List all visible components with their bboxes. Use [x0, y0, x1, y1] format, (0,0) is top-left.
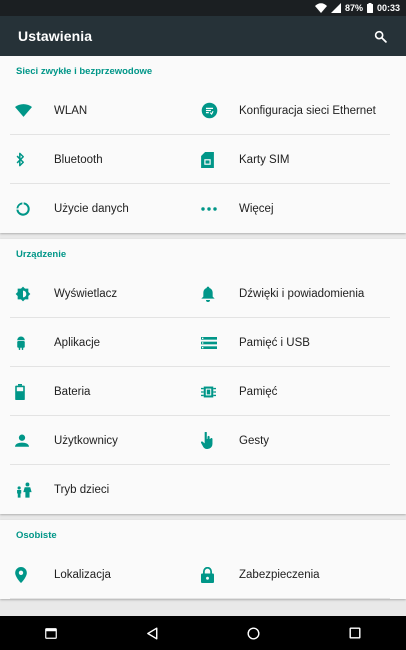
setting-sim-cards[interactable]: Karty SIM [195, 135, 406, 184]
setting-label: Pamięć [239, 385, 278, 398]
setting-gestures[interactable]: Gesty [195, 416, 406, 465]
wifi-icon [15, 104, 32, 117]
search-button[interactable] [370, 26, 390, 46]
setting-label: WLAN [54, 104, 88, 117]
search-icon [374, 30, 387, 43]
android-icon [17, 336, 25, 350]
section-device: Urządzenie Wyświetlacz Dźwięki i powiado… [0, 239, 406, 514]
navigation-bar [0, 616, 406, 650]
home-button[interactable] [234, 616, 274, 650]
app-bar: Ustawienia [0, 16, 406, 56]
setting-battery[interactable]: Bateria [0, 367, 195, 416]
section-personal: Osobiste Lokalizacja Zabezpieczenia [0, 520, 406, 599]
status-bar: 87% 00:33 [0, 0, 406, 16]
battery-percent: 87% [344, 3, 363, 13]
setting-label: Konfiguracja sieci Ethernet [239, 104, 376, 117]
back-button[interactable] [132, 616, 172, 650]
settings-list: Sieci zwykłe i bezprzewodowe WLAN Konfig… [0, 56, 406, 616]
setting-display[interactable]: Wyświetlacz [0, 269, 195, 318]
setting-label: Użycie danych [54, 202, 129, 215]
setting-label: Karty SIM [239, 153, 290, 166]
setting-label: Więcej [239, 202, 274, 215]
setting-ethernet[interactable]: Konfiguracja sieci Ethernet [195, 86, 406, 135]
setting-security[interactable]: Zabezpieczenia [195, 550, 406, 599]
section-header: Urządzenie [16, 248, 67, 260]
setting-label: Bluetooth [54, 153, 103, 166]
wifi-status-icon [314, 3, 327, 13]
home-icon [247, 626, 260, 640]
setting-label: Dźwięki i powiadomienia [239, 287, 365, 300]
setting-label: Wyświetlacz [54, 287, 118, 300]
lock-icon [201, 566, 214, 583]
ethernet-icon [201, 102, 218, 119]
setting-label: Aplikacje [54, 336, 101, 349]
setting-apps[interactable]: Aplikacje [0, 318, 195, 367]
setting-memory[interactable]: Pamięć [195, 367, 406, 416]
setting-label: Zabezpieczenia [239, 568, 320, 581]
setting-data-usage[interactable]: Użycie danych [0, 184, 195, 233]
bluetooth-icon [16, 152, 24, 167]
kids-icon [17, 482, 32, 498]
setting-label: Użytkownicy [54, 434, 118, 447]
setting-bluetooth[interactable]: Bluetooth [0, 135, 195, 184]
gesture-icon [201, 432, 213, 449]
signal-icon [330, 3, 341, 13]
battery-icon [15, 383, 25, 400]
setting-label: Bateria [54, 385, 91, 398]
clock: 00:33 [376, 3, 400, 13]
setting-label: Gesty [239, 434, 270, 447]
battery-status-icon [366, 3, 373, 13]
page-title: Ustawienia [18, 28, 93, 44]
empty-cell [195, 465, 406, 514]
section-wireless: Sieci zwykłe i bezprzewodowe WLAN Konfig… [0, 56, 406, 233]
section-header: Sieci zwykłe i bezprzewodowe [16, 65, 153, 77]
section-header: Osobiste [16, 529, 57, 541]
bell-icon [201, 286, 215, 302]
sim-card-icon [201, 151, 214, 168]
data-usage-icon [16, 201, 30, 216]
overview-button[interactable] [335, 616, 375, 650]
setting-users[interactable]: Użytkownicy [0, 416, 195, 465]
display-icon [15, 286, 31, 301]
memory-icon [201, 386, 216, 397]
setting-label: Tryb dzieci [54, 483, 110, 496]
setting-more[interactable]: Więcej [195, 184, 406, 233]
setting-kids-mode[interactable]: Tryb dzieci [0, 465, 195, 514]
more-icon [201, 206, 217, 211]
overview-icon [349, 627, 361, 639]
location-icon [15, 566, 27, 583]
setting-label: Lokalizacja [54, 568, 111, 581]
setting-location[interactable]: Lokalizacja [0, 550, 195, 599]
storage-icon [201, 336, 217, 349]
setting-wlan[interactable]: WLAN [0, 86, 195, 135]
recents-button[interactable] [31, 616, 71, 650]
setting-sounds[interactable]: Dźwięki i powiadomienia [195, 269, 406, 318]
setting-storage-usb[interactable]: Pamięć i USB [195, 318, 406, 367]
back-icon [147, 626, 158, 640]
person-icon [15, 434, 29, 447]
setting-label: Pamięć i USB [239, 336, 310, 349]
recents-apps-icon [44, 627, 57, 639]
